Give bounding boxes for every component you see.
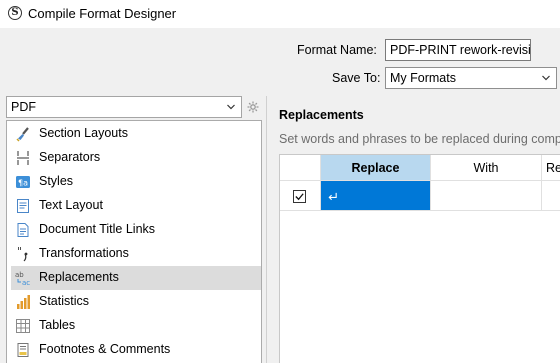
gear-icon[interactable] — [245, 99, 261, 115]
svg-text:¶a: ¶a — [18, 179, 28, 188]
paintbrush-icon — [16, 127, 29, 142]
quotes-icon: " — [17, 246, 28, 262]
column-header-replace[interactable]: Replace — [321, 155, 431, 181]
return-arrow-icon — [328, 192, 337, 201]
save-to-select[interactable]: My Formats — [385, 67, 557, 89]
sidebar-item-separators[interactable]: Separators — [11, 146, 261, 170]
sidebar-item-document-title-links[interactable]: Document Title Links — [11, 218, 261, 242]
chevron-down-icon — [542, 75, 550, 81]
chevron-down-icon — [227, 104, 235, 110]
sidebar-item-label: Text Layout — [39, 198, 103, 212]
text-layout-icon — [17, 199, 29, 213]
compile-for-select[interactable]: PDF — [6, 96, 242, 118]
sidebar-item-text-layout[interactable]: Text Layout — [11, 194, 261, 218]
replacements-table: Replace With Re — [279, 154, 560, 363]
sidebar-item-label: Document Title Links — [39, 222, 156, 236]
sidebar-item-transformations[interactable]: " Transformations — [11, 242, 261, 266]
sidebar-item-statistics[interactable]: Statistics — [11, 290, 261, 314]
footnote-icon — [17, 343, 29, 357]
sidebar-item-label: Tables — [39, 318, 76, 332]
sidebar-item-label: Transformations — [39, 246, 129, 260]
replace-icon: ab ac — [15, 271, 30, 286]
column-header-with[interactable]: With — [431, 155, 542, 181]
sidebar-item-label: Replacements — [39, 270, 119, 284]
table-icon — [16, 319, 30, 333]
svg-text:ac: ac — [22, 279, 30, 286]
sidebar-item-label: Statistics — [39, 294, 90, 308]
sidebar-item-label: Separators — [39, 150, 101, 164]
column-header-re[interactable]: Re — [542, 155, 560, 181]
sidebar-item-label: Footnotes & Comments — [39, 342, 171, 356]
re-cell[interactable] — [542, 181, 560, 211]
scrivener-app-icon: S — [8, 6, 22, 20]
sidebar-item-replacements[interactable]: ab ac Replacements — [11, 266, 261, 290]
styles-icon: ¶a — [16, 176, 30, 188]
svg-text:ab: ab — [15, 271, 24, 279]
section-title: Replacements — [279, 108, 364, 122]
section-description: Set words and phrases to be replaced dur… — [279, 132, 560, 146]
checkmark-icon — [295, 193, 304, 201]
sidebar-item-section-layouts[interactable]: Section Layouts — [11, 122, 261, 146]
save-to-value: My Formats — [390, 71, 456, 85]
row-enabled-checkbox[interactable] — [293, 190, 306, 203]
title-bar: S Compile Format Designer — [0, 0, 560, 28]
format-name-label: Format Name: — [297, 43, 377, 57]
bar-chart-icon — [17, 295, 30, 309]
replace-cell[interactable] — [321, 181, 431, 211]
sidebar-item-footnotes-comments[interactable]: Footnotes & Comments — [11, 338, 261, 362]
format-name-input[interactable]: PDF-PRINT rework-revision — [385, 39, 531, 61]
separator-icon — [17, 151, 29, 165]
sidebar-item-label: Styles — [39, 174, 74, 188]
window-title: Compile Format Designer — [28, 6, 177, 21]
settings-category-list: Section Layouts Separators ¶a Styles Tex… — [6, 120, 262, 363]
compile-for-value: PDF — [11, 100, 36, 114]
sidebar-item-styles[interactable]: ¶a Styles — [11, 170, 261, 194]
sidebar-item-label: Section Layouts — [39, 126, 128, 140]
checkbox-column-header — [280, 155, 321, 181]
document-icon — [17, 223, 29, 237]
save-to-label: Save To: — [332, 71, 381, 85]
sidebar-item-tables[interactable]: Tables — [11, 314, 261, 338]
svg-text:": " — [17, 246, 22, 258]
panel-divider[interactable] — [266, 96, 267, 363]
with-cell[interactable] — [431, 181, 542, 211]
